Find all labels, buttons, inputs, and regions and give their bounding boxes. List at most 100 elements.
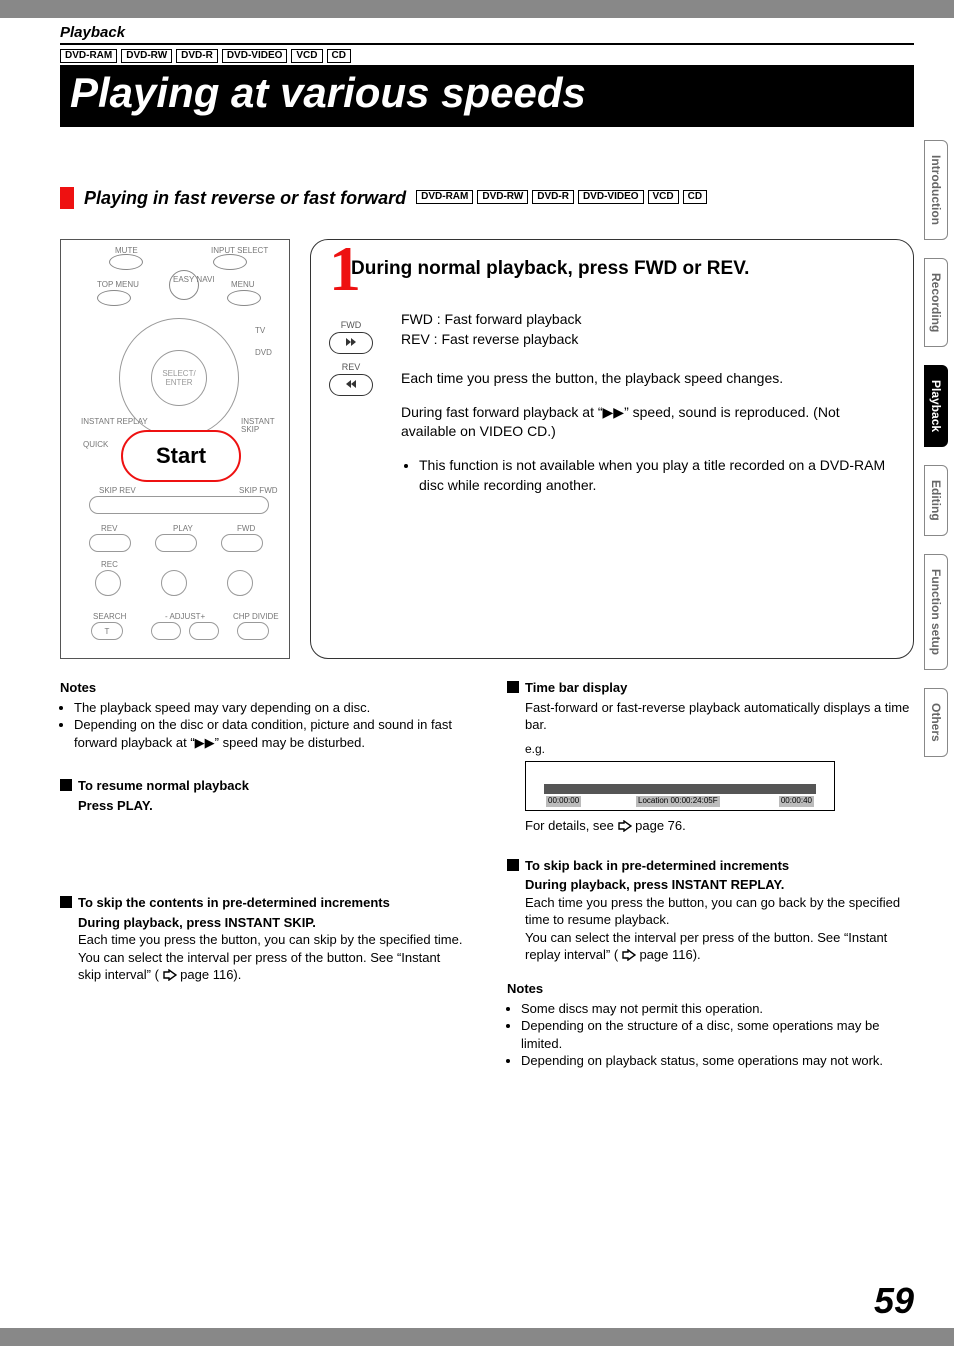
timebar-left-time: 00:00:00 xyxy=(546,796,581,807)
remote-button xyxy=(151,622,181,640)
timebar-text: Fast-forward or fast-reverse playback au… xyxy=(525,699,914,734)
remote-transport-row xyxy=(89,496,269,514)
bullet-square-icon xyxy=(507,681,519,693)
remote-label: TOP MENU xyxy=(97,280,139,289)
remote-button xyxy=(109,254,143,270)
remote-label: CHP DIVIDE xyxy=(233,612,279,621)
timebar-heading: Time bar display xyxy=(525,679,627,697)
remote-label: INSTANT SKIP xyxy=(241,418,289,434)
timebar-details: For details, see page 76. xyxy=(525,817,914,837)
note-item: Depending on the disc or data condition,… xyxy=(74,716,467,751)
tab-introduction[interactable]: Introduction xyxy=(924,140,948,240)
remote-illustration: MUTE INPUT SELECT TOP MENU EASY NAVI MEN… xyxy=(60,239,290,659)
page-number: 59 xyxy=(874,1280,914,1322)
badge: DVD-R xyxy=(532,190,574,204)
fast-reverse-icon xyxy=(329,374,373,396)
remote-label: SEARCH xyxy=(93,612,126,621)
rev-definition: REV : Fast reverse playback xyxy=(401,330,893,350)
remote-label: SKIP FWD xyxy=(239,486,278,495)
bullet-square-icon xyxy=(60,779,72,791)
start-callout: Start xyxy=(121,430,241,482)
play-button-icon xyxy=(155,534,197,552)
timebar-right-time: 00:00:40 xyxy=(779,796,814,807)
note-item: Depending on playback status, some opera… xyxy=(521,1052,914,1070)
remote-label: FWD xyxy=(237,524,255,533)
remote-button xyxy=(95,570,121,596)
remote-label: - ADJUST+ xyxy=(165,612,205,621)
remote-label: MENU xyxy=(231,280,255,289)
left-column: Notes The playback speed may vary depend… xyxy=(60,679,467,1096)
remote-button xyxy=(213,254,247,270)
remote-label: DVD xyxy=(255,348,272,357)
remote-label: INPUT SELECT xyxy=(211,246,268,255)
remote-select-enter: SELECT/ ENTER xyxy=(151,350,207,406)
pause-button-icon xyxy=(161,570,187,596)
skip-fwd-heading: To skip the contents in pre-determined i… xyxy=(78,894,390,912)
step-text: During fast forward playback at “▶▶” spe… xyxy=(401,403,893,442)
remote-label: REV xyxy=(101,524,117,533)
fwd-definition: FWD : Fast forward playback xyxy=(401,310,893,330)
badge: VCD xyxy=(291,49,322,63)
badge: DVD-RW xyxy=(477,190,528,204)
resume-heading: To resume normal playback xyxy=(78,777,249,795)
remote-label: PLAY xyxy=(173,524,193,533)
page-title: Playing at various speeds xyxy=(60,65,914,127)
rev-label: REV xyxy=(329,362,373,372)
step-body: FWD : Fast forward playback REV : Fast r… xyxy=(401,310,893,495)
skip-fwd-direction: During playback, press INSTANT SKIP. xyxy=(78,914,467,932)
tab-function-setup[interactable]: Function setup xyxy=(924,554,948,670)
section-crumb: Playback xyxy=(60,24,914,45)
badge: DVD-RAM xyxy=(416,190,473,204)
remote-label: QUICK xyxy=(83,440,108,449)
remote-button xyxy=(189,622,219,640)
page-ref-arrow-icon xyxy=(163,968,177,986)
skip-back-text: Each time you press the button, you can … xyxy=(525,894,914,929)
right-column: Time bar display Fast-forward or fast-re… xyxy=(507,679,914,1096)
skip-back-direction: During playback, press INSTANT REPLAY. xyxy=(525,876,914,894)
skip-fwd-text: Each time you press the button, you can … xyxy=(78,931,467,949)
accent-bar-icon xyxy=(60,187,74,209)
skip-fwd-text: You can select the interval per press of… xyxy=(78,949,467,986)
step-bullet: This function is not available when you … xyxy=(419,456,893,495)
remote-button xyxy=(227,290,261,306)
badge: CD xyxy=(327,49,351,63)
bullet-square-icon xyxy=(60,896,72,908)
subheading: Playing in fast reverse or fast forward … xyxy=(60,187,914,209)
badge: DVD-R xyxy=(176,49,218,63)
step-title: During normal playback, press FWD or REV… xyxy=(351,258,893,280)
format-badges-top: DVD-RAM DVD-RW DVD-R DVD-VIDEO VCD CD xyxy=(60,49,914,63)
badge: DVD-VIDEO xyxy=(578,190,644,204)
format-badges-sub: DVD-RAM DVD-RW DVD-R DVD-VIDEO VCD CD xyxy=(416,190,707,204)
note-item: Depending on the structure of a disc, so… xyxy=(521,1017,914,1052)
remote-label: EASY NAVI xyxy=(173,276,215,284)
fwd-rev-icons: FWD REV xyxy=(329,320,373,404)
remote-button xyxy=(97,290,131,306)
fwd-button-icon xyxy=(221,534,263,552)
remote-label: INSTANT REPLAY xyxy=(81,418,148,426)
page-ref-arrow-icon xyxy=(618,819,632,837)
skip-back-text: You can select the interval per press of… xyxy=(525,929,914,966)
remote-label: TV xyxy=(255,326,265,335)
eg-label: e.g. xyxy=(525,742,545,756)
badge: DVD-RAM xyxy=(60,49,117,63)
tab-others[interactable]: Others xyxy=(924,688,948,757)
fwd-label: FWD xyxy=(329,320,373,330)
tab-editing[interactable]: Editing xyxy=(924,465,948,536)
side-tabs: Introduction Recording Playback Editing … xyxy=(924,140,948,757)
remote-button xyxy=(227,570,253,596)
remote-label: REC xyxy=(101,560,118,569)
badge: DVD-RW xyxy=(121,49,172,63)
tab-playback[interactable]: Playback xyxy=(924,365,948,447)
page-ref-arrow-icon xyxy=(622,948,636,966)
badge: DVD-VIDEO xyxy=(222,49,288,63)
resume-instruction: Press PLAY. xyxy=(78,798,153,813)
remote-label: SKIP REV xyxy=(99,486,136,495)
subheading-text: Playing in fast reverse or fast forward xyxy=(84,188,406,209)
step-box: 1 During normal playback, press FWD or R… xyxy=(310,239,914,659)
rev-button-icon xyxy=(89,534,131,552)
skip-back-heading: To skip back in pre-determined increment… xyxy=(525,857,789,875)
notes-heading: Notes xyxy=(507,980,914,998)
tab-recording[interactable]: Recording xyxy=(924,258,948,347)
step-text: Each time you press the button, the play… xyxy=(401,369,893,389)
note-item: Some discs may not permit this operation… xyxy=(521,1000,914,1018)
